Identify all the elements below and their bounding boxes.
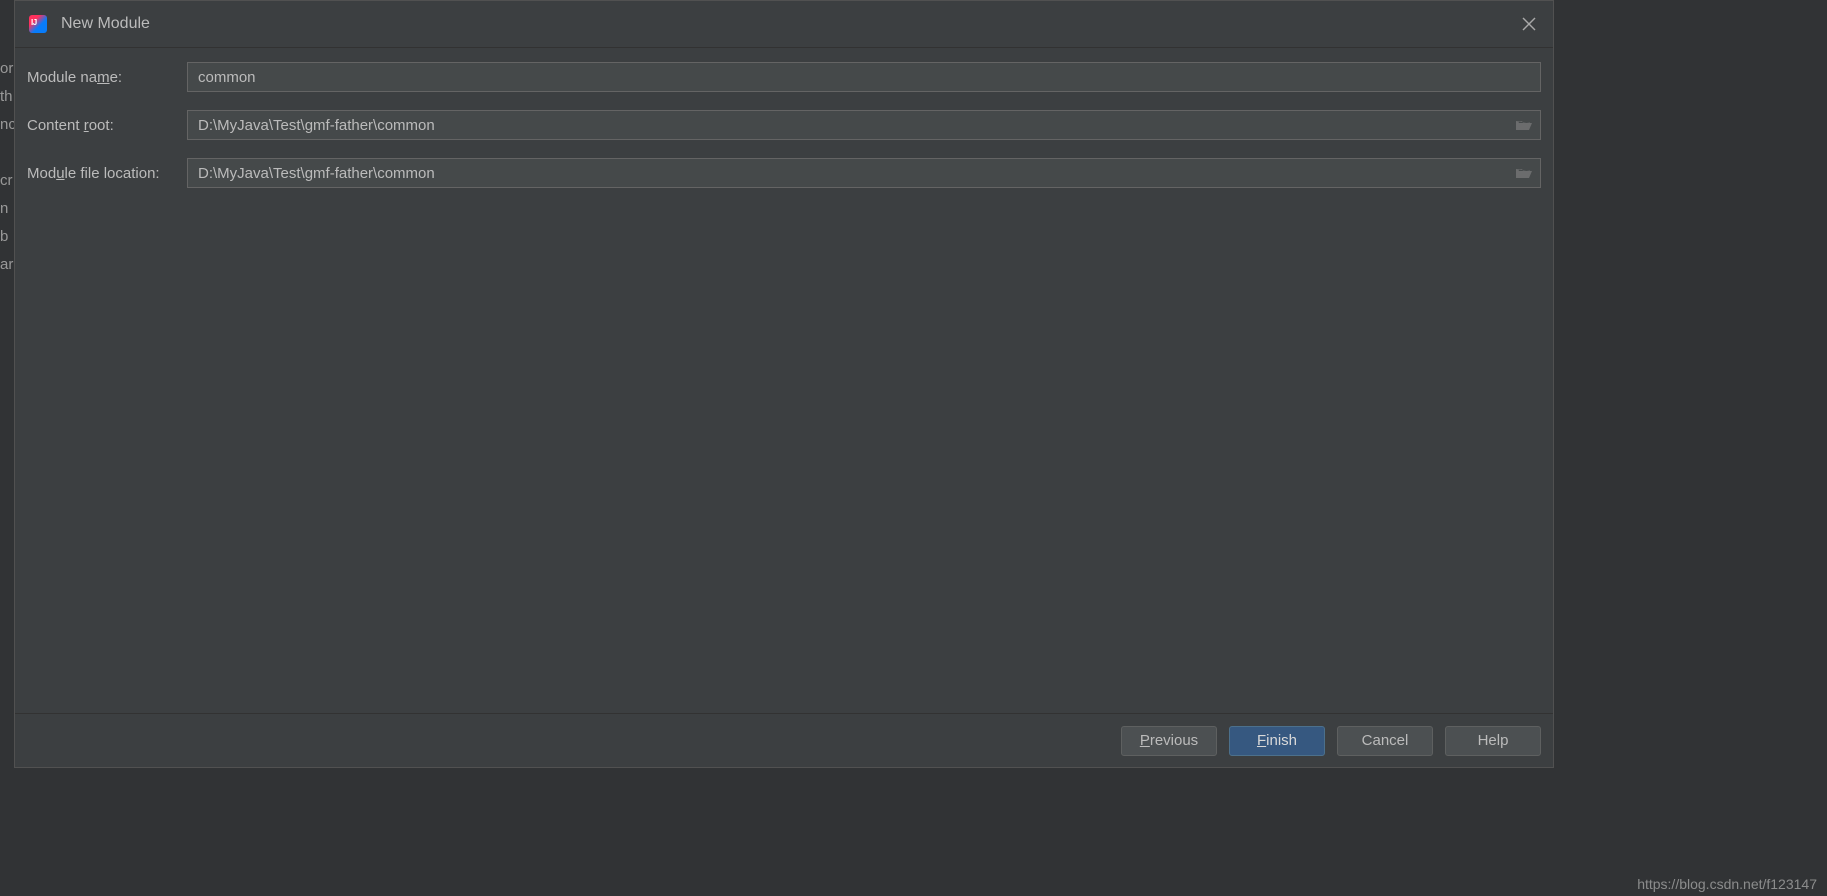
new-module-dialog: New Module Module name: Content root:: [14, 0, 1554, 768]
cancel-button[interactable]: Cancel: [1337, 726, 1433, 756]
dialog-content: Module name: Content root: Module f: [15, 48, 1553, 713]
titlebar: New Module: [15, 1, 1553, 48]
module-name-label: Module name:: [27, 69, 179, 86]
content-root-label: Content root:: [27, 117, 179, 134]
content-root-browse-button[interactable]: [1515, 118, 1533, 132]
module-file-location-input[interactable]: [187, 158, 1541, 188]
content-root-row: Content root:: [27, 110, 1541, 140]
intellij-icon: [29, 15, 47, 33]
folder-open-icon: [1515, 118, 1533, 132]
watermark-text: https://blog.csdn.net/f123147: [1637, 876, 1817, 892]
module-file-location-row: Module file location:: [27, 158, 1541, 188]
content-root-input-wrap: [187, 110, 1541, 140]
module-name-input[interactable]: [187, 62, 1541, 92]
close-button[interactable]: [1515, 10, 1543, 38]
finish-button[interactable]: Finish: [1229, 726, 1325, 756]
background-partial-text: or th nc cr n b ar: [0, 55, 14, 279]
dialog-title: New Module: [61, 15, 150, 33]
close-icon: [1522, 17, 1536, 31]
module-file-location-label: Module file location:: [27, 165, 179, 182]
previous-button[interactable]: Previous: [1121, 726, 1217, 756]
module-file-location-browse-button[interactable]: [1515, 166, 1533, 180]
folder-open-icon: [1515, 166, 1533, 180]
module-name-row: Module name:: [27, 62, 1541, 92]
content-root-input[interactable]: [187, 110, 1541, 140]
module-file-location-input-wrap: [187, 158, 1541, 188]
button-bar: Previous Finish Cancel Help: [15, 713, 1553, 767]
module-name-input-wrap: [187, 62, 1541, 92]
help-button[interactable]: Help: [1445, 726, 1541, 756]
